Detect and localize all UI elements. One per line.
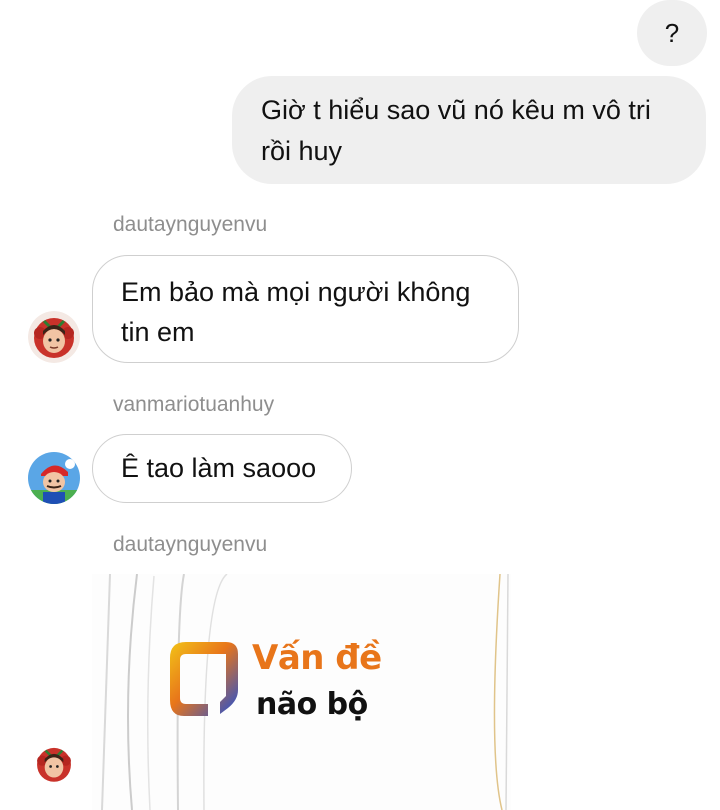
message-text: ? [664,17,680,48]
tomato-character-avatar-icon [28,311,80,363]
sender-name: vanmariotuanhuy [113,393,275,416]
sender-name: dautaynguyenvu [113,533,268,556]
message-text: Ê tao làm saooo [121,453,317,483]
outgoing-message-question[interactable]: ? [637,0,707,66]
message-text: Em bảo mà mọi người không tin em [121,277,471,347]
image-title-line-1: Vấn đề [252,638,382,678]
avatar-dautaynguyenvu[interactable] [28,311,80,363]
image-message[interactable]: Vấn đề não bộ [92,574,511,810]
avatar-dautaynguyenvu[interactable] [32,742,76,786]
sender-name: dautaynguyenvu [113,213,268,236]
brain-topic-logo-icon [170,642,238,716]
outgoing-message[interactable]: Giờ t hiểu sao vũ nó kêu m vô tri rồi hu… [232,76,706,184]
avatar-vanmariotuanhuy[interactable] [28,452,80,504]
incoming-message[interactable]: Ê tao làm saooo [92,434,352,503]
incoming-message[interactable]: Em bảo mà mọi người không tin em [92,255,519,363]
message-text: Giờ t hiểu sao vũ nó kêu m vô tri rồi hu… [261,95,651,166]
mario-character-avatar-icon [28,452,80,504]
tomato-character-avatar-icon [32,742,76,786]
image-title-line-2: não bộ [256,687,368,722]
